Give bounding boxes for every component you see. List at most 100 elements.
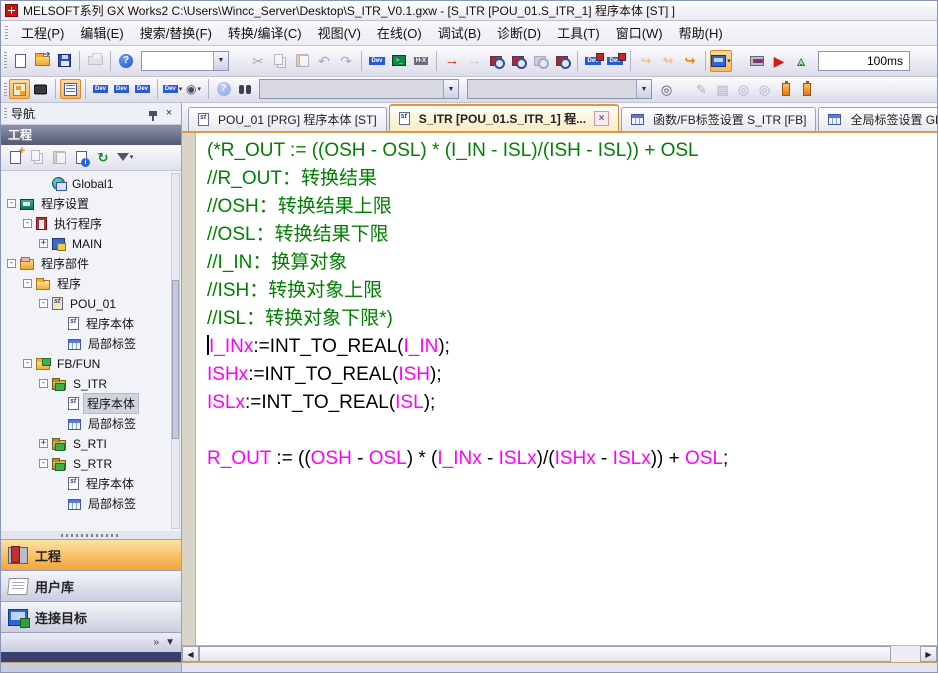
find-target-combo-arrow-icon[interactable]: ▼: [443, 80, 458, 98]
collapse-icon[interactable]: -: [7, 199, 16, 208]
nav-paste-icon[interactable]: [49, 147, 69, 167]
menu-item-1[interactable]: 工程(P): [13, 20, 72, 45]
expand-views-icon[interactable]: »: [154, 637, 160, 648]
tree-item-程序设置[interactable]: -程序设置: [1, 194, 181, 214]
tree-item-程序本体[interactable]: 程序本体: [1, 314, 181, 334]
menu-item-5[interactable]: 视图(V): [310, 20, 369, 45]
tree-item-POU_01[interactable]: -POU_01: [1, 294, 181, 314]
device-test-icon-dropdown[interactable]: ▾: [197, 85, 201, 93]
tree-item-S_RTR[interactable]: -S_RTR: [1, 454, 181, 474]
collapse-icon[interactable]: -: [23, 219, 32, 228]
device-monitor-2-icon[interactable]: Dev: [604, 50, 626, 72]
paste-icon[interactable]: [291, 50, 313, 72]
document-tab-1[interactable]: POU_01 [PRG] 程序本体 [ST]: [188, 107, 387, 131]
collapse-icon[interactable]: -: [7, 259, 16, 268]
new-data-icon[interactable]: [5, 147, 25, 167]
module-config-icon[interactable]: [30, 79, 51, 99]
find-range-combo[interactable]: ▼: [467, 79, 652, 99]
bookmark-2-icon[interactable]: [796, 79, 817, 99]
find-range-combo-arrow-icon[interactable]: ▼: [636, 80, 651, 98]
write-to-plc-icon[interactable]: →: [441, 50, 463, 72]
hex-display-icon[interactable]: H-X: [410, 50, 432, 72]
collapse-icon[interactable]: -: [39, 379, 48, 388]
data-info-icon[interactable]: [71, 147, 91, 167]
redo-icon[interactable]: ↷: [335, 50, 357, 72]
device-grid-icon[interactable]: Dev: [111, 79, 132, 99]
menu-item-9[interactable]: 工具(T): [549, 20, 608, 45]
scan-time-box[interactable]: 100ms: [818, 51, 910, 71]
monitor-mode-icon[interactable]: ▲: [790, 50, 812, 72]
outline-view-icon[interactable]: [60, 79, 81, 99]
more-views-icon[interactable]: ▼: [165, 637, 175, 648]
tree-item-S_ITR[interactable]: -S_ITR: [1, 374, 181, 394]
find-coil-icon[interactable]: ◎: [754, 79, 775, 99]
tree-item-S_RTI[interactable]: +S_RTI: [1, 434, 181, 454]
bookmark-1-icon[interactable]: [775, 79, 796, 99]
sort-filter-icon[interactable]: ▾: [115, 147, 135, 167]
refresh-icon[interactable]: ↻: [93, 147, 113, 167]
monitor-stop-icon[interactable]: [507, 50, 529, 72]
window-select-combo[interactable]: ▼: [141, 51, 229, 71]
help-icon[interactable]: ?: [115, 50, 137, 72]
tree-item-程序[interactable]: -程序: [1, 274, 181, 294]
tree-item-局部标签[interactable]: 局部标签: [1, 334, 181, 354]
document-tab-4[interactable]: 全局标签设置 Glo: [818, 107, 937, 131]
tree-item-程序部件[interactable]: -程序部件: [1, 254, 181, 274]
intelligent-function-icon[interactable]: ▾: [710, 50, 732, 72]
print-icon[interactable]: [84, 50, 106, 72]
document-tab-3[interactable]: 函数/FB标签设置 S_ITR [FB]: [621, 107, 816, 131]
close-panel-icon[interactable]: ×: [161, 106, 177, 121]
device-monitor-icon[interactable]: >_: [388, 50, 410, 72]
device-find-icon[interactable]: Dev: [90, 79, 111, 99]
panel-splitter[interactable]: [1, 531, 181, 539]
view-button-用户库[interactable]: 用户库: [1, 570, 181, 601]
menu-item-3[interactable]: 搜索/替换(F): [132, 20, 220, 45]
menu-item-6[interactable]: 在线(O): [369, 20, 430, 45]
menu-item-2[interactable]: 编辑(E): [72, 20, 131, 45]
view-button-工程[interactable]: 工程: [1, 539, 181, 570]
monitor-write-icon[interactable]: [551, 50, 573, 72]
jump-back-icon[interactable]: ↪: [635, 50, 657, 72]
navigation-toggle-icon[interactable]: [9, 79, 30, 99]
copy-icon[interactable]: [269, 50, 291, 72]
tab-close-icon[interactable]: ×: [594, 111, 609, 126]
device-display-icon-dropdown[interactable]: ▾: [179, 85, 183, 93]
save-project-icon[interactable]: [53, 50, 75, 72]
scrollbar-thumb[interactable]: [199, 646, 891, 662]
expand-icon[interactable]: +: [39, 439, 48, 448]
collapse-icon[interactable]: -: [39, 299, 48, 308]
statement-edit-icon[interactable]: ▤: [712, 79, 733, 99]
collapse-icon[interactable]: -: [39, 459, 48, 468]
undo-icon[interactable]: ↶: [313, 50, 335, 72]
sort-filter-icon-dropdown[interactable]: ▾: [130, 153, 134, 161]
jump-next-icon[interactable]: ↬: [657, 50, 679, 72]
open-project-icon[interactable]: [31, 50, 53, 72]
device-batch-icon[interactable]: Dev: [132, 79, 153, 99]
menu-item-8[interactable]: 诊断(D): [489, 20, 549, 45]
collapse-icon[interactable]: -: [23, 279, 32, 288]
tree-item-FB/FUN[interactable]: -FB/FUN: [1, 354, 181, 374]
scroll-left-icon[interactable]: ◀: [182, 646, 199, 662]
menu-item-11[interactable]: 帮助(H): [671, 20, 731, 45]
monitor-pause-icon[interactable]: [529, 50, 551, 72]
nav-copy-icon[interactable]: [27, 147, 47, 167]
device-monitor-1-icon[interactable]: Dev: [582, 50, 604, 72]
tree-item-程序本体[interactable]: 程序本体: [1, 394, 181, 414]
device-display-icon[interactable]: Dev▾: [162, 79, 183, 99]
tree-item-Global1[interactable]: Global1: [1, 174, 181, 194]
transfer-setup-icon[interactable]: [746, 50, 768, 72]
tree-item-局部标签[interactable]: 局部标签: [1, 414, 181, 434]
document-tab-2[interactable]: S_ITR [POU_01.S_ITR_1] 程...×: [389, 104, 619, 131]
tree-item-执行程序[interactable]: -执行程序: [1, 214, 181, 234]
read-from-plc-icon[interactable]: →: [463, 50, 485, 72]
help-2-icon[interactable]: ?: [213, 79, 234, 99]
new-project-icon[interactable]: [9, 50, 31, 72]
device-test-icon[interactable]: ◉▾: [183, 79, 204, 99]
tree-scrollbar-thumb[interactable]: [172, 280, 179, 439]
window-select-combo-arrow-icon[interactable]: ▼: [213, 52, 228, 70]
intelligent-function-icon-dropdown[interactable]: ▾: [727, 57, 731, 65]
view-button-连接目标[interactable]: 连接目标: [1, 601, 181, 632]
scrollbar-track[interactable]: [199, 646, 920, 662]
tree-item-程序本体[interactable]: 程序本体: [1, 474, 181, 494]
tree-scrollbar[interactable]: [171, 173, 180, 529]
